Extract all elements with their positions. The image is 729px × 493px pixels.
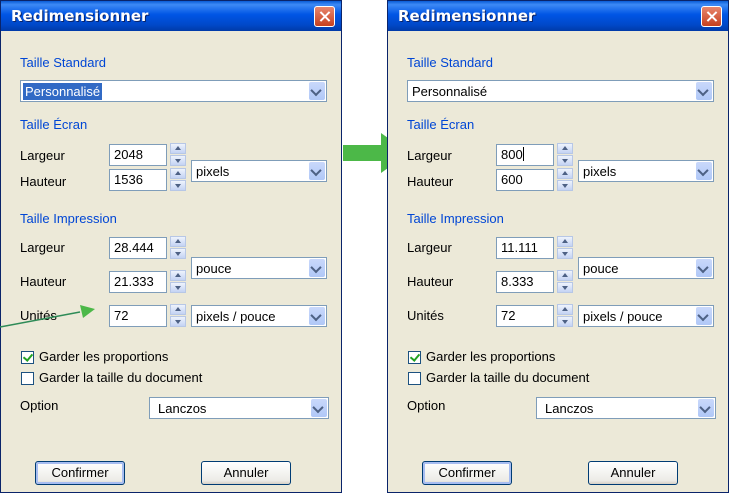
units-unit-value: pixels / pouce [196,309,276,324]
option-value: Lanczos [545,401,594,416]
print-size-label: Taille Impression [407,211,504,226]
option-label: Option [407,398,446,413]
option-label: Option [20,398,59,413]
screen-height-label: Hauteur [407,174,454,189]
screen-size-label: Taille Écran [20,117,88,132]
keep-doc-size-label: Garder la taille du document [426,370,590,385]
print-height-input[interactable]: 8.333 [496,271,554,293]
dialog-title: Redimensionner [398,7,536,25]
chevron-down-icon[interactable] [696,259,712,277]
keep-proportions-label: Garder les proportions [39,349,169,364]
standard-size-value: Personnalisé [23,83,103,100]
print-width-input[interactable]: 28.444 [109,237,167,259]
chevron-down-icon[interactable] [311,399,327,417]
units-spinner[interactable] [170,304,186,328]
keep-doc-size-checkbox[interactable] [408,372,421,385]
keep-doc-size-label: Garder la taille du document [39,370,203,385]
screen-unit-select[interactable]: pixels [578,160,714,182]
screen-width-value: 800 [501,147,523,162]
screen-height-input[interactable]: 1536 [109,169,167,191]
screen-width-spinner[interactable] [557,143,573,167]
standard-size-select[interactable]: Personnalisé [407,80,714,102]
chevron-down-icon[interactable] [698,399,714,417]
units-unit-select[interactable]: pixels / pouce [191,305,327,327]
print-width-input[interactable]: 11.111 [496,237,554,259]
print-size-label: Taille Impression [20,211,117,226]
standard-size-label: Taille Standard [407,55,493,70]
pointer-arrow-icon [0,305,95,328]
chevron-down-icon[interactable] [309,162,325,180]
units-label: Unités [407,308,444,323]
print-width-spinner[interactable] [557,236,573,260]
print-unit-value: pouce [196,261,232,276]
units-unit-value: pixels / pouce [583,309,663,324]
chevron-down-icon[interactable] [696,162,712,180]
print-height-label: Hauteur [407,274,454,289]
keep-doc-size-checkbox[interactable] [21,372,34,385]
chevron-down-icon[interactable] [309,82,325,100]
option-select[interactable]: Lanczos [149,397,329,419]
standard-size-select[interactable]: Personnalisé [20,80,327,102]
text-caret [522,147,524,161]
screen-height-spinner[interactable] [557,168,573,192]
screen-unit-value: pixels [196,164,230,179]
close-icon[interactable] [314,6,335,27]
screen-height-input[interactable]: 600 [496,169,554,191]
units-input[interactable]: 72 [109,305,167,327]
print-unit-select[interactable]: pouce [191,257,327,279]
print-unit-value: pouce [583,261,619,276]
screen-unit-value: pixels [583,164,617,179]
keep-proportions-checkbox[interactable] [21,351,34,364]
screen-height-spinner[interactable] [170,168,186,192]
screen-width-label: Largeur [20,148,65,163]
screen-height-label: Hauteur [20,174,67,189]
option-select[interactable]: Lanczos [536,397,716,419]
standard-size-label: Taille Standard [20,55,106,70]
cancel-button[interactable]: Annuler [588,461,678,485]
print-unit-select[interactable]: pouce [578,257,714,279]
standard-size-value: Personnalisé [412,84,488,99]
title-bar: Redimensionner [1,1,341,31]
title-bar: Redimensionner [388,1,728,31]
screen-width-input[interactable]: 2048 [109,144,167,166]
screen-width-input[interactable]: 800 [496,144,554,166]
resize-dialog-after: Redimensionner Taille Standard Personnal… [387,0,729,493]
close-icon[interactable] [701,6,722,27]
chevron-down-icon[interactable] [696,82,712,100]
print-width-label: Largeur [20,240,65,255]
screen-width-spinner[interactable] [170,143,186,167]
print-height-input[interactable]: 21.333 [109,271,167,293]
cancel-button[interactable]: Annuler [201,461,291,485]
chevron-down-icon[interactable] [309,307,325,325]
keep-proportions-checkbox[interactable] [408,351,421,364]
print-width-label: Largeur [407,240,452,255]
units-unit-select[interactable]: pixels / pouce [578,305,714,327]
screen-unit-select[interactable]: pixels [191,160,327,182]
confirm-button[interactable]: Confirmer [35,461,125,485]
print-height-spinner[interactable] [170,270,186,294]
units-spinner[interactable] [557,304,573,328]
chevron-down-icon[interactable] [696,307,712,325]
option-value: Lanczos [158,401,207,416]
resize-dialog-before: Redimensionner Taille Standard Personnal… [0,0,342,493]
screen-width-label: Largeur [407,148,452,163]
print-width-spinner[interactable] [170,236,186,260]
dialog-title: Redimensionner [11,7,149,25]
chevron-down-icon[interactable] [309,259,325,277]
confirm-button[interactable]: Confirmer [422,461,512,485]
print-height-spinner[interactable] [557,270,573,294]
screen-size-label: Taille Écran [407,117,475,132]
units-input[interactable]: 72 [496,305,554,327]
keep-proportions-label: Garder les proportions [426,349,556,364]
